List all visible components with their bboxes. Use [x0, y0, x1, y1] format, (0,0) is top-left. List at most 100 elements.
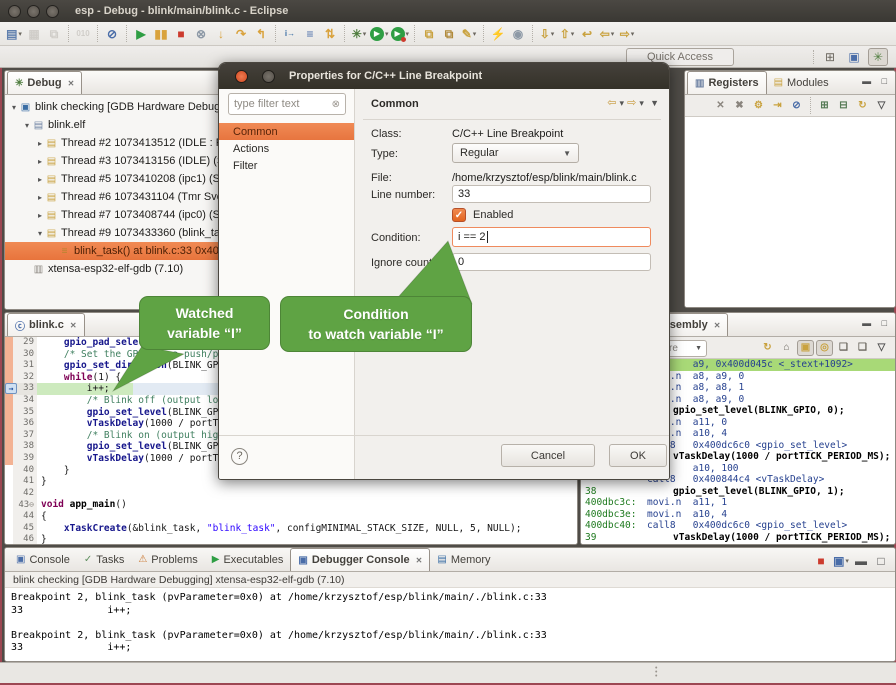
external-tools-button[interactable]: ▶▾ [391, 25, 410, 43]
show-source-button[interactable]: ▣ [797, 340, 814, 356]
terminate-button[interactable]: ■ [172, 25, 190, 43]
disassembly-minmax-buttons[interactable]: ▬ □ [862, 318, 891, 328]
dialog-close-button[interactable] [235, 70, 248, 83]
step-over-button[interactable]: ↷ [232, 25, 250, 43]
tree-expander-icon[interactable]: ▸ [35, 157, 45, 166]
breakpoint-ruler[interactable] [5, 430, 13, 442]
tab-modules[interactable]: ▤ Modules [767, 71, 836, 94]
cancel-button[interactable]: Cancel [501, 444, 595, 467]
chevron-down-icon[interactable]: ▾ [406, 30, 410, 38]
chevron-down-icon[interactable]: ▾ [18, 30, 22, 38]
breakpoint-ruler[interactable] [5, 499, 13, 511]
dialog-nav-filter[interactable]: Filter [219, 157, 354, 174]
open-element-button[interactable]: ⧉ [420, 25, 438, 43]
display-selected-console-console-button[interactable]: ▣▾ [832, 552, 850, 570]
tree-expander-icon[interactable]: ▾ [22, 121, 32, 130]
refresh-button[interactable]: ↻ [759, 340, 776, 356]
maximize-console-button[interactable]: □ [872, 552, 890, 570]
breakpoint-ruler[interactable] [5, 441, 13, 453]
resume-button[interactable]: ▶ [132, 25, 150, 43]
tab-tasks[interactable]: ✓Tasks [77, 548, 132, 571]
source-lookup-button[interactable]: ≡ [301, 25, 319, 43]
tab-debugger-console[interactable]: ▣Debugger Console✕ [290, 548, 430, 571]
tab-executables[interactable]: ▶Executables [205, 548, 291, 571]
register-group-button[interactable]: ⚙ [750, 98, 767, 114]
new-button[interactable]: ▤▾ [5, 25, 23, 43]
open-perspective-button[interactable]: ⊞ [820, 48, 840, 66]
breakpoint-ruler[interactable] [5, 372, 13, 384]
dialog-nav-common[interactable]: Common [219, 123, 354, 140]
splitter-grip[interactable]: ••• [655, 667, 657, 679]
sync-with-active-context-button[interactable]: ◎ [816, 340, 833, 356]
debug-button[interactable]: ✳▾ [350, 25, 368, 43]
filter-registers-button[interactable]: ⊘ [788, 98, 805, 114]
chevron-down-icon[interactable]: ▾ [611, 30, 615, 38]
window-maximize-button[interactable] [46, 5, 59, 18]
tab-console[interactable]: ▣Console [9, 548, 77, 571]
breakpoint-ruler[interactable] [5, 511, 13, 523]
home-button[interactable]: ⌂ [778, 340, 795, 356]
forward-button[interactable]: ⇨▾ [618, 25, 636, 43]
breakpoint-ruler[interactable] [5, 476, 13, 488]
window-minimize-button[interactable] [27, 5, 40, 18]
tree-expander-icon[interactable]: ▸ [35, 193, 45, 202]
chevron-down-icon[interactable]: ▼ [695, 345, 702, 352]
breakpoint-ruler[interactable] [5, 465, 13, 477]
breakpoint-ruler[interactable] [5, 534, 13, 545]
filter-input[interactable]: type filter text ⊗ [228, 93, 346, 115]
remove-all-button[interactable]: ✖ [731, 98, 748, 114]
suspend-button[interactable]: ▮▮ [152, 25, 170, 43]
breakpoint-ruler[interactable] [5, 337, 13, 349]
fold-marker-icon[interactable]: ⊖ [29, 500, 34, 509]
close-icon[interactable]: ✕ [416, 556, 423, 565]
step-return-button[interactable]: ↰ [252, 25, 270, 43]
breakpoint-ruler[interactable] [5, 407, 13, 419]
pin-view-button[interactable]: ❏ [854, 340, 871, 356]
search-button[interactable]: ⚡ [489, 25, 507, 43]
refresh-button[interactable]: ↻ [854, 98, 871, 114]
breakpoint-ruler[interactable]: → [5, 383, 13, 395]
chevron-down-icon[interactable]: ▾ [571, 30, 575, 38]
window-close-button[interactable] [8, 5, 21, 18]
previous-annotation-button[interactable]: ⇧▾ [558, 25, 576, 43]
breakpoint-ruler[interactable] [5, 395, 13, 407]
remove-selected-button[interactable]: ✕ [712, 98, 729, 114]
breakpoint-ruler[interactable] [5, 418, 13, 430]
next-annotation-button[interactable]: ⇩▾ [538, 25, 556, 43]
close-icon[interactable]: ✕ [714, 321, 721, 330]
collapse-all-button[interactable]: ⊟ [835, 98, 852, 114]
tab-debug[interactable]: ✳ Debug ✕ [7, 71, 82, 94]
breakpoint-ruler[interactable] [5, 349, 13, 361]
skip-all-breakpoints-button[interactable]: ⊘ [103, 25, 121, 43]
last-edit-location-button[interactable]: ↩ [578, 25, 596, 43]
registers-minmax-buttons[interactable]: ▬ □ [862, 76, 891, 86]
annotate-button[interactable]: ✎▾ [460, 25, 478, 43]
view-menu-button[interactable]: ▽ [873, 98, 890, 114]
breakpoint-ruler[interactable] [5, 488, 13, 500]
view-menu-button[interactable]: ▽ [873, 340, 890, 356]
disconnect-button[interactable]: ⊗ [192, 25, 210, 43]
enabled-checkbox[interactable]: ✓ [452, 208, 466, 222]
condition-input[interactable]: i == 2 [452, 227, 651, 247]
terminate-console-button[interactable]: ■ [812, 552, 830, 570]
dialog-nav-actions[interactable]: Actions [219, 140, 354, 157]
import-registers-button[interactable]: ⇥ [769, 98, 786, 114]
ignore-count-input[interactable]: 0 [452, 253, 651, 271]
run-button[interactable]: ▶▾ [370, 25, 389, 43]
clear-filter-icon[interactable]: ⊗ [332, 99, 340, 110]
chevron-down-icon[interactable]: ▾ [631, 30, 635, 38]
step-into-button[interactable]: ↓ [212, 25, 230, 43]
tab-registers[interactable]: ▥ Registers [687, 71, 767, 94]
tree-expander-icon[interactable]: ▸ [35, 175, 45, 184]
chevron-down-icon[interactable]: ▾ [551, 30, 555, 38]
dialog-minimize-button[interactable] [262, 70, 275, 83]
ok-button[interactable]: OK [609, 444, 667, 467]
expand-all-button[interactable]: ⊞ [816, 98, 833, 114]
breakpoint-arrow-icon[interactable]: → [5, 383, 17, 394]
line-number-input[interactable]: 33 [452, 185, 651, 203]
open-resource-button[interactable]: ⧉ [440, 25, 458, 43]
open-new-view-button[interactable]: ❏ [835, 340, 852, 356]
type-dropdown[interactable]: Regular ▼ [452, 143, 579, 163]
chevron-down-icon[interactable]: ▾ [845, 557, 849, 565]
chevron-down-icon[interactable]: ▾ [363, 30, 367, 38]
